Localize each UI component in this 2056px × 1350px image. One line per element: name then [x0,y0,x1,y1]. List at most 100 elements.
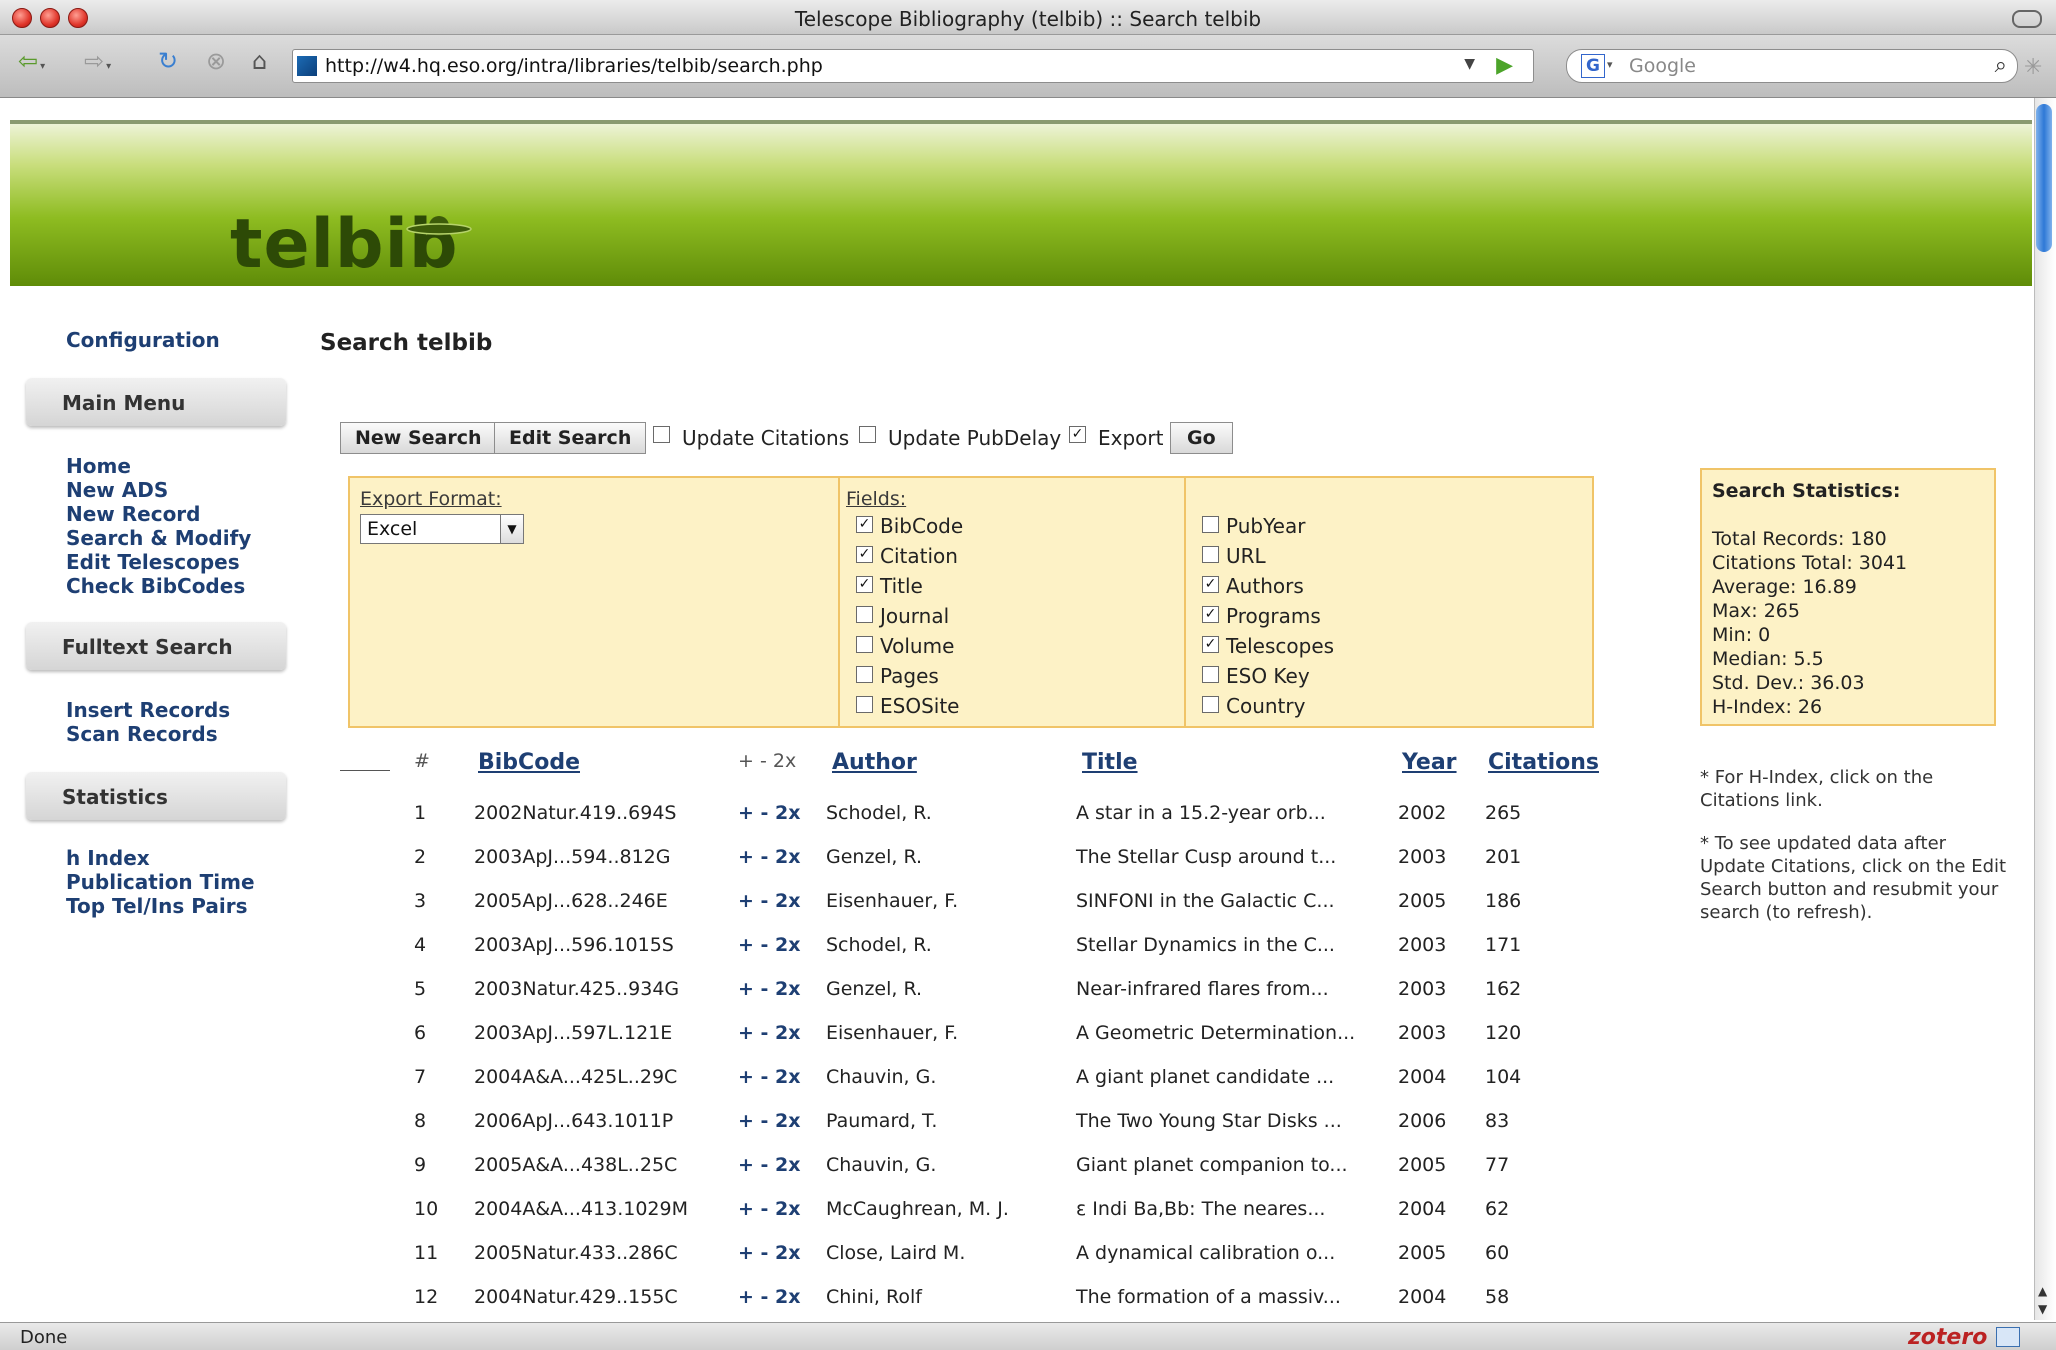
search-bar[interactable]: G ▾ Google ⌕ [1566,49,2018,83]
sidebar-item-check-bibcodes[interactable]: Check BibCodes [66,574,245,598]
update-pubdelay-checkbox[interactable] [859,426,876,443]
row-citations: 201 [1485,846,1522,868]
sidebar-item-scan-records[interactable]: Scan Records [66,722,218,746]
row-actions[interactable]: + - 2x [738,1110,801,1132]
row-number: 12 [414,1286,439,1308]
field-checkbox[interactable] [856,606,873,623]
field-checkbox[interactable] [1202,546,1219,563]
toolbar-toggle-icon[interactable] [2012,10,2042,28]
field-checkbox[interactable]: ✓ [856,576,873,593]
search-engine-dropdown-icon[interactable]: ▾ [1607,58,1613,71]
zotero-save-icon[interactable] [1996,1327,2020,1347]
stop-icon[interactable]: ⊗ [206,47,226,75]
row-bibcode: 2002Natur.419..694S [474,802,677,824]
row-citations: 62 [1485,1198,1510,1220]
edit-search-button[interactable]: Edit Search [494,422,647,454]
vertical-scrollbar[interactable] [2034,98,2055,1320]
statistics-title: Search Statistics: [1712,480,1901,502]
main-menu-heading: Main Menu [26,378,286,426]
table-row: 2 2003ApJ...594..812G + - 2x Genzel, R. … [0,846,2056,890]
scroll-down-icon[interactable]: ▼ [2038,1302,2047,1316]
forward-button[interactable]: ⇨ ▾ [84,47,111,75]
row-citations: 104 [1485,1066,1522,1088]
field-checkbox[interactable]: ✓ [856,516,873,533]
search-placeholder[interactable]: Google [1629,55,1696,77]
scrollbar-thumb[interactable] [2036,104,2052,252]
row-year: 2004 [1398,1286,1447,1308]
zotero-status-label[interactable]: zotero [1908,1325,1987,1350]
field-checkbox[interactable]: ✓ [856,546,873,563]
column-header-actions: + - 2x [738,750,797,772]
row-actions[interactable]: + - 2x [738,934,801,956]
update-pubdelay-label: Update PubDelay [888,426,1062,450]
field-checkbox[interactable]: ✓ [1202,606,1219,623]
row-title: A dynamical calibration o... [1076,1242,1336,1264]
row-title: Near-infrared flares from... [1076,978,1329,1000]
export-format-value[interactable]: Excel [367,518,417,540]
row-actions[interactable]: + - 2x [738,1066,801,1088]
column-header-number: # [414,750,430,772]
window-titlebar: Telescope Bibliography (telbib) :: Searc… [0,0,2056,35]
go-arrow-icon[interactable]: ▶ [1496,53,1513,78]
row-actions[interactable]: + - 2x [738,978,801,1000]
url-bar[interactable]: http://w4.hq.eso.org/intra/libraries/tel… [292,49,1534,83]
back-dropdown-icon[interactable]: ▾ [40,61,45,72]
export-format-select[interactable]: Excel ▼ [360,514,524,544]
table-row: 5 2003Natur.425..934G + - 2x Genzel, R. … [0,978,2056,1022]
row-author: Eisenhauer, F. [826,1022,959,1044]
export-options-panel: Export Format: Excel ▼ Fields: ✓ BibCode … [348,476,1594,728]
url-history-dropdown-icon[interactable]: ▼ [1464,56,1475,72]
table-row: 8 2006ApJ...643.1011P + - 2x Paumard, T.… [0,1110,2056,1154]
sidebar-item-edit-telescopes[interactable]: Edit Telescopes [66,550,240,574]
new-search-button[interactable]: New Search [340,422,497,454]
row-actions[interactable]: + - 2x [738,1154,801,1176]
table-row: 9 2005A&A...438L..25C + - 2x Chauvin, G.… [0,1154,2056,1198]
field-checkbox[interactable] [1202,516,1219,533]
forward-dropdown-icon[interactable]: ▾ [106,61,111,72]
url-text[interactable]: http://w4.hq.eso.org/intra/libraries/tel… [325,55,823,77]
reload-icon[interactable]: ↻ [158,47,178,75]
sidebar-item-search-modify[interactable]: Search & Modify [66,526,251,550]
panel-divider [838,478,840,726]
row-actions[interactable]: + - 2x [738,1198,801,1220]
column-header-year[interactable]: Year [1402,750,1457,775]
go-button[interactable]: Go [1170,422,1233,454]
column-header-author[interactable]: Author [832,750,917,775]
row-actions[interactable]: + - 2x [738,846,801,868]
field-checkbox[interactable] [856,696,873,713]
column-header-title[interactable]: Title [1082,750,1138,775]
back-button[interactable]: ⇦ ▾ [18,47,45,75]
field-checkbox[interactable] [856,636,873,653]
row-actions[interactable]: + - 2x [738,890,801,912]
sidebar-item-home[interactable]: Home [66,454,131,478]
row-actions[interactable]: + - 2x [738,1286,801,1308]
chevron-down-icon[interactable]: ▼ [500,515,523,543]
stat-total-records: Total Records: 180 [1712,528,1887,550]
sidebar-item-insert-records[interactable]: Insert Records [66,698,230,722]
row-citations: 83 [1485,1110,1510,1132]
field-checkbox[interactable] [856,666,873,683]
field-checkbox[interactable] [1202,666,1219,683]
field-checkbox[interactable]: ✓ [1202,576,1219,593]
column-header-citations[interactable]: Citations [1488,750,1599,775]
update-citations-checkbox[interactable] [653,426,670,443]
field-checkbox[interactable]: ✓ [1202,636,1219,653]
scroll-up-icon[interactable]: ▲ [2038,1284,2047,1298]
row-actions[interactable]: + - 2x [738,802,801,824]
search-engine-icon[interactable]: G [1581,54,1605,78]
export-checkbox[interactable]: ✓ [1069,426,1086,443]
row-actions[interactable]: + - 2x [738,1022,801,1044]
home-icon[interactable]: ⌂ [252,47,267,75]
sidebar-item-new-record[interactable]: New Record [66,502,200,526]
sidebar-configuration-link[interactable]: Configuration [66,328,220,352]
row-title: Stellar Dynamics in the C... [1076,934,1335,956]
status-text: Done [20,1327,68,1348]
row-author: Close, Laird M. [826,1242,966,1264]
fulltext-search-heading: Fulltext Search [26,622,286,670]
row-actions[interactable]: + - 2x [738,1242,801,1264]
column-header-bibcode[interactable]: BibCode [478,750,580,775]
row-year: 2006 [1398,1110,1447,1132]
sidebar-item-new-ads[interactable]: New ADS [66,478,168,502]
field-checkbox[interactable] [1202,696,1219,713]
search-icon[interactable]: ⌕ [1995,53,2007,78]
